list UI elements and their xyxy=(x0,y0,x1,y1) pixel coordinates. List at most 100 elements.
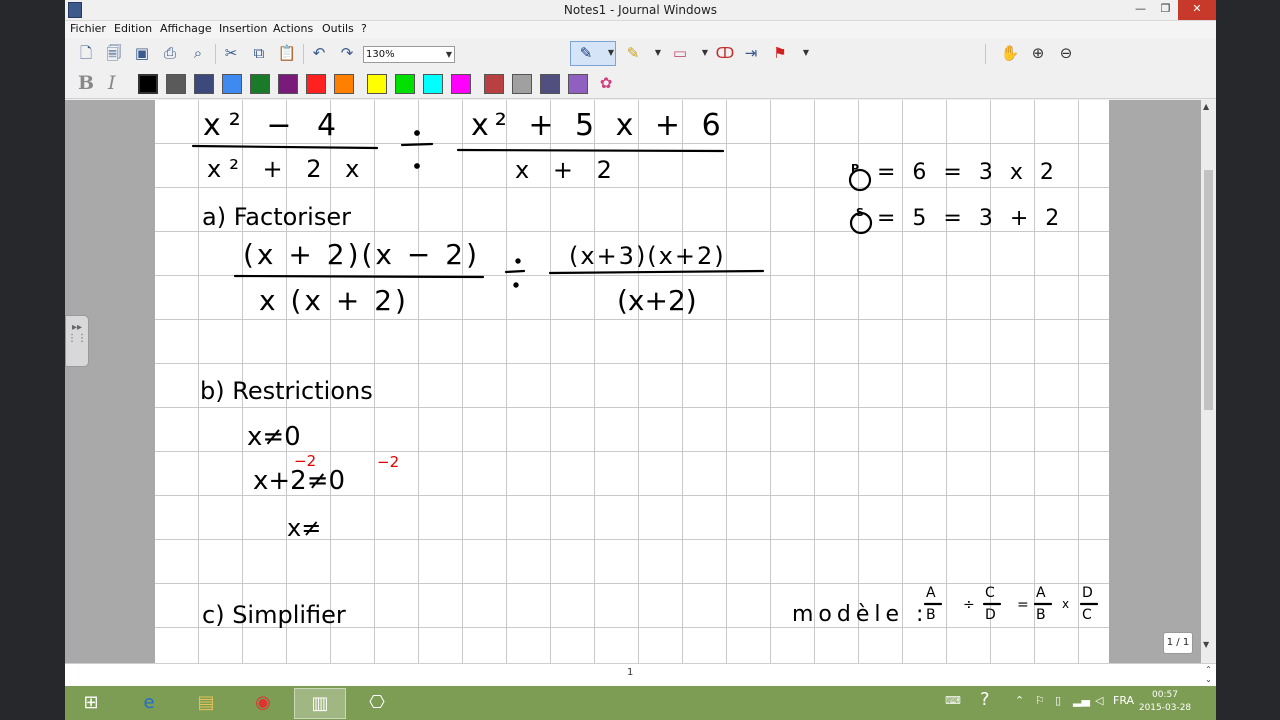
scroll-thumb[interactable] xyxy=(1204,170,1213,410)
bold-button[interactable]: B xyxy=(78,72,94,94)
menu-outils[interactable]: Outils xyxy=(322,22,354,35)
zoom-out-icon[interactable]: ⊖ xyxy=(1055,42,1077,64)
color-blue[interactable] xyxy=(222,74,242,94)
color-magenta[interactable] xyxy=(451,74,471,94)
battery-icon[interactable]: ▯ xyxy=(1055,694,1061,707)
journal-taskbar-icon[interactable]: ▥ xyxy=(294,688,346,719)
side-panel-toggle[interactable]: ▸▸ ⋮⋮ xyxy=(65,315,89,367)
modele-times: x xyxy=(1062,597,1070,611)
color-lime[interactable] xyxy=(395,74,415,94)
network-app-icon[interactable]: ⎔ xyxy=(351,688,403,719)
status-page-number: 1 xyxy=(627,667,634,678)
menu-insertion[interactable]: Insertion xyxy=(219,22,267,35)
chrome-icon[interactable]: ◉ xyxy=(237,688,289,719)
zoom-in-icon[interactable]: ⊕ xyxy=(1027,42,1049,64)
eraser-dropdown-icon[interactable]: ▼ xyxy=(694,42,716,64)
vertical-scrollbar[interactable]: ▲ ▼ xyxy=(1201,100,1216,663)
clock-date: 2015-03-28 xyxy=(1138,703,1192,713)
color-palette-icon[interactable]: ✿ xyxy=(595,72,617,94)
flag-icon[interactable]: ⚑ xyxy=(769,42,791,64)
color-violet[interactable] xyxy=(568,74,588,94)
highlighter-dropdown-icon[interactable]: ▼ xyxy=(647,42,669,64)
maximize-button[interactable]: ❐ xyxy=(1153,0,1178,20)
restriction-3: x≠ xyxy=(287,514,322,542)
restriction-2: x+2≠0 xyxy=(253,466,346,496)
color-purple[interactable] xyxy=(278,74,298,94)
color-orange[interactable] xyxy=(334,74,354,94)
flag-tray-icon[interactable]: ⚐ xyxy=(1035,694,1045,707)
color-dark-gray[interactable] xyxy=(166,74,186,94)
p-label: P xyxy=(851,162,860,175)
redo-icon[interactable]: ↷ xyxy=(336,42,358,64)
denominator-1: x² + 2 x xyxy=(207,155,368,183)
factored-numerator-2: (x+3)(x+2) xyxy=(569,242,726,270)
desktop-right-edge xyxy=(1216,0,1280,720)
menu-help[interactable]: ? xyxy=(361,22,367,35)
new-note-icon[interactable]: 🗋 xyxy=(75,42,97,64)
undo-icon[interactable]: ↶ xyxy=(308,42,330,64)
modele-label: modèle : xyxy=(792,602,929,627)
paste-icon[interactable]: 📋 xyxy=(276,42,298,64)
page-indicator: 1 / 1 xyxy=(1163,632,1193,654)
start-windows-icon[interactable]: ⊞ xyxy=(65,688,117,719)
status-bar: 1 ⌃ ⌄ xyxy=(65,663,1216,686)
lasso-icon[interactable]: ↀ xyxy=(714,42,736,64)
clock[interactable]: 00:57 2015-03-28 xyxy=(1135,689,1195,715)
heading-factoriser: a) Factoriser xyxy=(202,203,351,231)
pan-hand-icon[interactable]: ✋ xyxy=(999,42,1021,64)
print-icon[interactable]: ⎙ xyxy=(159,42,181,64)
color-brick[interactable] xyxy=(484,74,504,94)
flag-dropdown-icon[interactable]: ▼ xyxy=(795,42,817,64)
modele-d: D xyxy=(985,607,996,623)
file-explorer-icon[interactable]: ▤ xyxy=(180,688,232,719)
note-page[interactable]: x² − 4 x² + 2 x x² + 5 x + 6 x + 2 P = 6… xyxy=(155,100,1109,663)
menu-fichier[interactable]: Fichier xyxy=(70,22,106,35)
modele-c: C xyxy=(985,585,995,601)
eraser-icon[interactable]: ▭ xyxy=(669,42,691,64)
factored-denominator-2: (x+2) xyxy=(617,284,697,317)
italic-button[interactable]: I xyxy=(108,72,116,94)
window-title: Notes1 - Journal Windows xyxy=(563,3,718,17)
color-yellow[interactable] xyxy=(367,74,387,94)
internet-explorer-icon[interactable]: e xyxy=(123,688,175,719)
pen-icon[interactable]: ✎ xyxy=(575,42,597,64)
color-navy[interactable] xyxy=(194,74,214,94)
page-nav-icon[interactable]: ⌃ ⌄ xyxy=(1202,665,1215,685)
language-indicator[interactable]: FRA xyxy=(1113,694,1134,707)
menu-actions[interactable]: Actions xyxy=(273,22,313,35)
signal-icon[interactable]: ▂▄ xyxy=(1073,694,1090,707)
help-icon[interactable]: ? xyxy=(980,689,990,710)
insert-space-icon[interactable]: ⇥ xyxy=(740,42,762,64)
color-black[interactable] xyxy=(138,74,158,94)
keyboard-icon[interactable]: ⌨ xyxy=(945,694,961,707)
close-button[interactable]: ✕ xyxy=(1178,0,1216,20)
cut-icon[interactable]: ✂ xyxy=(220,42,242,64)
copy-icon[interactable]: ⧉ xyxy=(248,42,270,64)
red-annotation-2: −2 xyxy=(377,453,400,471)
chevron-down-icon: ▼ xyxy=(445,50,452,59)
new-page-icon[interactable]: 🗐 xyxy=(103,42,125,64)
zoom-select[interactable]: 130% ▼ xyxy=(363,46,455,63)
minimize-button[interactable]: — xyxy=(1128,0,1153,20)
menu-edition[interactable]: Edition xyxy=(114,22,152,35)
scroll-down-icon[interactable]: ▼ xyxy=(1203,640,1209,649)
heading-simplifier: c) Simplifier xyxy=(202,601,346,629)
color-red[interactable] xyxy=(306,74,326,94)
pen-dropdown-icon[interactable]: ▼ xyxy=(600,42,622,64)
save-icon[interactable]: ▣ xyxy=(131,42,153,64)
scroll-up-icon[interactable]: ▲ xyxy=(1203,102,1209,111)
highlighter-icon[interactable]: ✎ xyxy=(622,42,644,64)
standard-toolbar: 🗋 🗐 ▣ ⎙ ⌕ ✂ ⧉ 📋 ↶ ↷ 130% ▼ ✎ ▼ ✎ ▼ ▭ ▼ ↀ … xyxy=(65,38,1216,69)
tray-chevron-icon[interactable]: ⌃ xyxy=(1015,694,1024,707)
menu-bar: Fichier Edition Affichage Insertion Acti… xyxy=(65,21,1216,38)
color-green[interactable] xyxy=(250,74,270,94)
color-cyan[interactable] xyxy=(423,74,443,94)
volume-icon[interactable]: ◁ xyxy=(1095,694,1103,707)
page-area: ▸▸ ⋮⋮ x² − 4 x² + 2 x x² + 5 x + 6 x + 2… xyxy=(65,100,1205,663)
color-slate[interactable] xyxy=(540,74,560,94)
modele-a: A xyxy=(926,585,936,601)
color-light-gray[interactable] xyxy=(512,74,532,94)
find-icon[interactable]: ⌕ xyxy=(187,42,209,64)
journal-window: Notes1 - Journal Windows — ❐ ✕ Fichier E… xyxy=(65,0,1216,686)
menu-affichage[interactable]: Affichage xyxy=(160,22,212,35)
